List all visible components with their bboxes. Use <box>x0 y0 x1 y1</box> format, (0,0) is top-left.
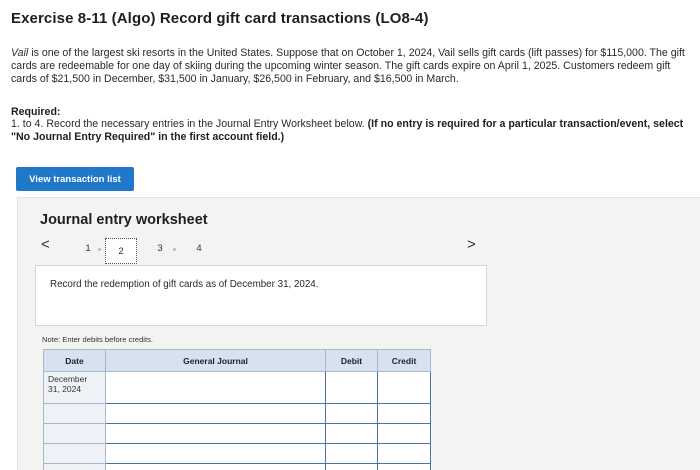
date-cell <box>43 423 106 444</box>
journal-entry-worksheet: Journal entry worksheet < 1 2 3 4 > Reco… <box>17 197 700 470</box>
problem-text: is one of the largest ski resorts in the… <box>11 47 685 85</box>
account-field[interactable] <box>105 403 326 424</box>
debit-field[interactable] <box>325 423 378 444</box>
transaction-instruction: Record the redemption of gift cards as o… <box>35 265 487 326</box>
step-separator-dot <box>173 248 176 251</box>
next-chevron-icon[interactable]: > <box>467 236 476 253</box>
credit-field[interactable] <box>377 443 431 464</box>
step-tab-3[interactable]: 3 <box>153 243 167 254</box>
col-general-journal: General Journal <box>105 349 326 372</box>
table-row <box>43 423 431 444</box>
step-separator-dot <box>98 248 101 251</box>
date-cell <box>43 463 106 470</box>
table-header-row: Date General Journal Debit Credit <box>43 349 431 372</box>
date-cell <box>43 443 106 464</box>
table-row <box>43 443 431 464</box>
debit-field[interactable] <box>325 463 378 470</box>
company-name: Vail <box>11 47 29 59</box>
view-transaction-list-button[interactable]: View transaction list <box>16 167 134 191</box>
col-date: Date <box>43 349 106 372</box>
required-instructions: 1. to 4. Record the necessary entries in… <box>11 118 695 144</box>
credit-field[interactable] <box>377 403 431 424</box>
required-heading: Required: <box>11 106 61 118</box>
journal-entry-table: Date General Journal Debit Credit Decemb… <box>43 349 431 470</box>
account-field[interactable] <box>105 423 326 444</box>
date-cell <box>43 403 106 424</box>
table-row <box>43 403 431 424</box>
required-lead: 1. to 4. Record the necessary entries in… <box>11 118 368 130</box>
table-row: December 31, 2024 <box>43 371 431 404</box>
debit-field[interactable] <box>325 443 378 464</box>
debit-field[interactable] <box>325 371 378 404</box>
problem-intro: Vail is one of the largest ski resorts i… <box>11 47 695 86</box>
table-row <box>43 463 431 470</box>
exercise-title: Exercise 8-11 (Algo) Record gift card tr… <box>11 10 429 27</box>
debit-credit-note: Note: Enter debits before credits. <box>42 335 154 344</box>
credit-field[interactable] <box>377 371 431 404</box>
step-tab-4[interactable]: 4 <box>192 243 206 254</box>
step-tab-1[interactable]: 1 <box>81 243 95 254</box>
instruction-text: Record the redemption of gift cards as o… <box>50 279 319 290</box>
step-tab-2-active[interactable]: 2 <box>105 238 137 264</box>
prev-chevron-icon[interactable]: < <box>41 236 50 253</box>
account-field[interactable] <box>105 371 326 404</box>
account-field[interactable] <box>105 443 326 464</box>
col-debit: Debit <box>325 349 378 372</box>
date-cell: December 31, 2024 <box>43 371 106 404</box>
account-field[interactable] <box>105 463 326 470</box>
worksheet-title: Journal entry worksheet <box>40 212 208 228</box>
credit-field[interactable] <box>377 463 431 470</box>
col-credit: Credit <box>377 349 431 372</box>
debit-field[interactable] <box>325 403 378 424</box>
credit-field[interactable] <box>377 423 431 444</box>
